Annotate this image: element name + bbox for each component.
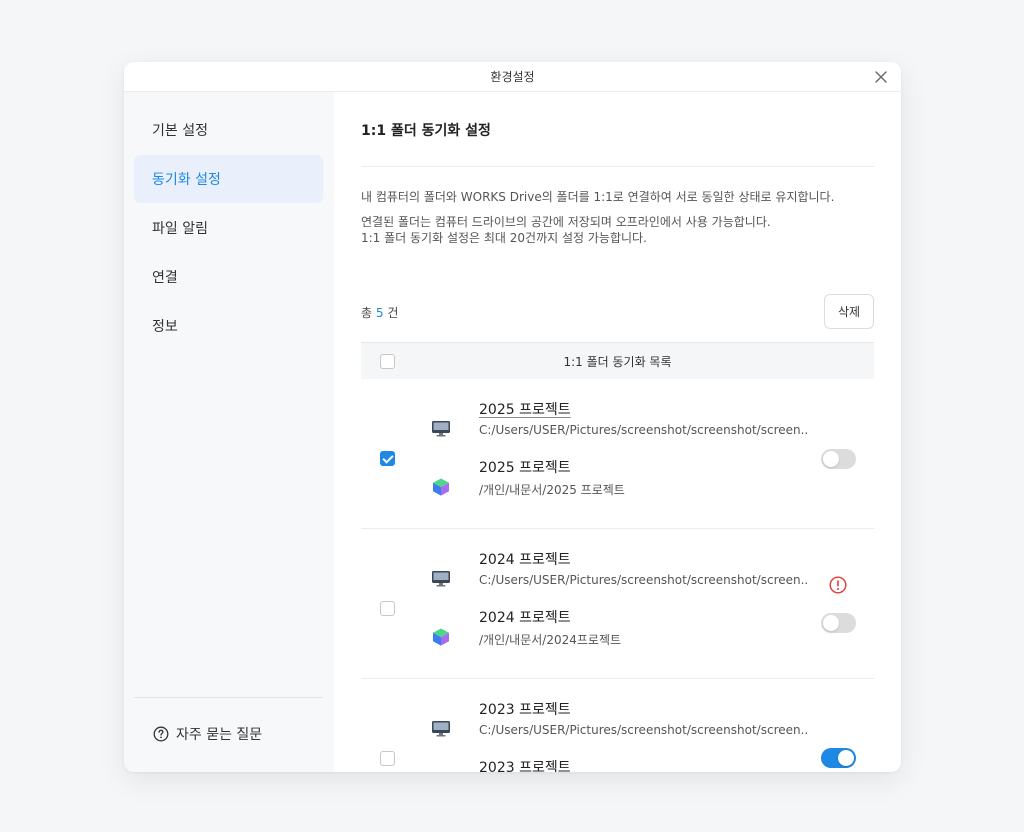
drive-folder-path: /개인/내문서/2024프로젝트	[479, 633, 622, 647]
drive-folder-name: 2023 프로젝트	[479, 760, 571, 772]
row-checkbox[interactable]	[380, 751, 395, 766]
local-folder-path: C:/Users/USER/Pictures/screenshot/screen…	[479, 423, 809, 437]
sidebar-item-sync[interactable]: 동기화 설정	[134, 155, 323, 203]
sync-toggle[interactable]	[821, 449, 856, 469]
settings-window: 환경설정 기본 설정 동기화 설정 파일 알림 연결 정보 자주 묻는 질문 1…	[124, 62, 901, 772]
drive-folder-name: 2025 프로젝트	[479, 460, 571, 476]
sync-row: 2025 프로젝트 C:/Users/USER/Pictures/screens…	[361, 379, 874, 529]
close-icon	[875, 71, 887, 83]
sidebar-item-label: 정보	[152, 319, 178, 335]
list-header: 1:1 폴더 동기화 목록	[361, 342, 874, 379]
works-drive-icon	[433, 628, 449, 646]
sidebar-item-file-alerts[interactable]: 파일 알림	[134, 204, 323, 252]
sidebar-item-info[interactable]: 정보	[134, 302, 323, 350]
sync-row: 2024 프로젝트 C:/Users/USER/Pictures/screens…	[361, 529, 874, 679]
list-header-title: 1:1 폴더 동기화 목록	[563, 354, 672, 369]
sidebar-item-label: 파일 알림	[152, 221, 208, 237]
count-value: 5	[375, 306, 384, 320]
page-title: 1:1 폴더 동기화 설정	[361, 123, 491, 139]
count-prefix: 총	[361, 306, 373, 320]
sidebar-item-basic[interactable]: 기본 설정	[134, 106, 323, 154]
local-folder-path: C:/Users/USER/Pictures/screenshot/screen…	[479, 573, 809, 587]
faq-link[interactable]: 자주 묻는 질문	[153, 724, 262, 744]
works-drive-icon	[433, 478, 449, 496]
item-count: 총 5 건	[361, 304, 398, 321]
drive-folder-name: 2024 프로젝트	[479, 610, 571, 626]
window-title: 환경설정	[490, 70, 535, 84]
select-all-checkbox[interactable]	[380, 354, 395, 369]
local-folder-path: C:/Users/USER/Pictures/screenshot/screen…	[479, 723, 809, 737]
sidebar-item-label: 동기화 설정	[152, 172, 221, 188]
sidebar-item-label: 연결	[152, 270, 178, 286]
drive-folder-path: /개인/내문서/2025 프로젝트	[479, 483, 625, 497]
main-panel: 1:1 폴더 동기화 설정 내 컴퓨터의 폴더와 WORKS Drive의 폴더…	[334, 92, 901, 772]
title-divider	[361, 166, 874, 167]
delete-button[interactable]: 삭제	[824, 294, 874, 329]
computer-icon	[432, 721, 450, 737]
description-text: 내 컴퓨터의 폴더와 WORKS Drive의 폴더를 1:1로 연결하여 서로…	[361, 190, 835, 204]
sidebar-divider	[134, 697, 323, 698]
local-folder-name[interactable]: 2025 프로젝트	[479, 399, 571, 419]
sidebar-item-label: 기본 설정	[152, 123, 208, 139]
row-checkbox[interactable]	[380, 601, 395, 616]
sync-toggle[interactable]	[821, 613, 856, 633]
description-text: 연결된 폴더는 컴퓨터 드라이브의 공간에 저장되며 오프라인에서 사용 가능합…	[361, 215, 771, 229]
computer-icon	[432, 421, 450, 437]
title-bar: 환경설정	[124, 62, 901, 92]
sync-toggle[interactable]	[821, 748, 856, 768]
row-checkbox[interactable]	[380, 451, 395, 466]
local-folder-name[interactable]: 2024 프로젝트	[479, 549, 571, 569]
faq-label: 자주 묻는 질문	[176, 727, 263, 743]
local-folder-name[interactable]: 2023 프로젝트	[479, 699, 571, 719]
close-button[interactable]	[871, 67, 891, 87]
count-suffix: 건	[387, 306, 399, 320]
sync-row: 2023 프로젝트 C:/Users/USER/Pictures/screens…	[361, 679, 874, 772]
sidebar: 기본 설정 동기화 설정 파일 알림 연결 정보 자주 묻는 질문	[124, 92, 334, 772]
computer-icon	[432, 571, 450, 587]
warning-icon[interactable]	[829, 576, 847, 594]
description-text: 1:1 폴더 동기화 설정은 최대 20건까지 설정 가능합니다.	[361, 231, 647, 245]
help-icon	[153, 726, 169, 742]
sidebar-item-connection[interactable]: 연결	[134, 253, 323, 301]
